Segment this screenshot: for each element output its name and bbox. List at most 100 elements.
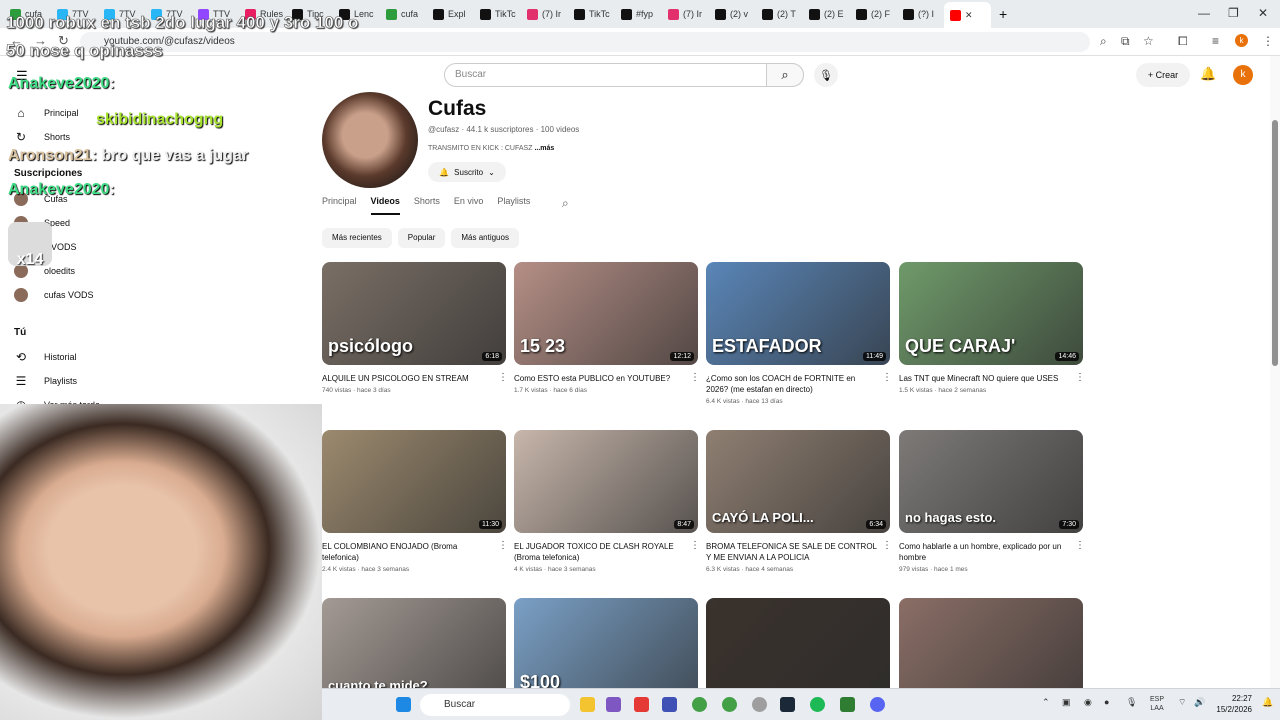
video-card[interactable]: 15 23 12:12 Como ESTO esta PUBLICO en YOUT…	[514, 262, 700, 394]
search-button[interactable]: ⌕	[766, 63, 804, 87]
channel-tab[interactable]: Videos	[370, 196, 400, 215]
video-thumbnail[interactable]: psicólogo 6:18	[322, 262, 506, 365]
sidebar-item[interactable]: ⌂ Principal	[14, 106, 78, 120]
reload-icon[interactable]: ↻	[58, 33, 69, 49]
new-tab-icon[interactable]: +	[999, 6, 1007, 22]
tray-chevron-icon[interactable]: ⌃	[1042, 697, 1050, 708]
browser-tab[interactable]: (?) I	[897, 3, 944, 25]
video-title[interactable]: EL COLOMBIANO ENOJADO (Broma telefonica)	[322, 541, 494, 563]
start-icon[interactable]	[396, 697, 411, 712]
notification-icon[interactable]: 🔔	[1262, 697, 1273, 708]
more-options-icon[interactable]: ⋮	[498, 372, 508, 383]
channel-avatar[interactable]	[322, 92, 418, 188]
browser-tab[interactable]: (2) T	[756, 3, 803, 25]
more-options-icon[interactable]: ⋮	[1075, 372, 1085, 383]
more-options-icon[interactable]: ⋮	[882, 540, 892, 551]
video-thumbnail[interactable]	[899, 598, 1083, 688]
language-indicator[interactable]: ESP LAA	[1150, 695, 1164, 713]
browser-tab-active[interactable]: ✕	[944, 2, 991, 28]
sidebar-item[interactable]: ⌄ Mostrar m	[14, 494, 85, 508]
subscription-item[interactable]: Speed	[14, 216, 70, 230]
office-icon[interactable]	[634, 697, 649, 712]
video-card[interactable]: QUE CARAJ' 14:46 Las TNT que Minecraft NO …	[899, 262, 1085, 394]
app-icon[interactable]	[662, 697, 677, 712]
volume-icon[interactable]: 🔊	[1194, 697, 1205, 708]
video-card[interactable]	[706, 598, 890, 688]
channel-tab[interactable]: Shorts	[414, 196, 440, 215]
minimize-button[interactable]: —	[1198, 6, 1210, 20]
browser-menu-icon[interactable]: ⋮	[1262, 34, 1274, 48]
sidebar-item[interactable]: ⟲ Historial	[14, 350, 77, 364]
spotify-icon[interactable]	[810, 697, 825, 712]
more-options-icon[interactable]: ⋮	[1075, 540, 1085, 551]
subscription-item[interactable]: oloedits	[14, 264, 75, 278]
tray-app3-icon[interactable]: ●	[1104, 697, 1109, 707]
video-thumbnail[interactable]: 11:30	[322, 430, 506, 533]
browser-tab[interactable]: TikTc	[474, 3, 521, 25]
more-options-icon[interactable]: ⋮	[690, 540, 700, 551]
sort-chip[interactable]: Más recientes	[322, 228, 392, 248]
browser-tab[interactable]: #fyp	[615, 3, 662, 25]
browser-tab[interactable]: (7) Ir	[521, 3, 568, 25]
video-card[interactable]: 11:30 EL COLOMBIANO ENOJADO (Broma telefo…	[322, 430, 508, 573]
sidebar-item[interactable]: ◷ Ver más tarde	[14, 398, 100, 412]
channel-search-icon[interactable]: ⌕	[562, 196, 569, 211]
channel-description[interactable]: TRANSMITO EN KICK : CUFASZ ...más	[428, 145, 554, 152]
browser-tab[interactable]: (2) F	[850, 3, 897, 25]
browser-tab[interactable]: (2) E	[803, 3, 850, 25]
video-thumbnail[interactable]: 8:47	[514, 430, 698, 533]
settings-icon[interactable]	[752, 697, 767, 712]
video-thumbnail[interactable]: $100	[514, 598, 698, 688]
zoom-icon[interactable]: ⌕	[1100, 34, 1107, 49]
video-title[interactable]: Las TNT que Minecraft NO quiere que USES	[899, 373, 1071, 384]
back-icon[interactable]: ←	[10, 33, 23, 48]
browser-tab[interactable]: Expl	[427, 3, 474, 25]
video-title[interactable]: ¿Como son los COACH de FORTNITE en 2026?…	[706, 373, 878, 395]
more-options-icon[interactable]: ⋮	[882, 372, 892, 383]
channel-tab[interactable]: En vivo	[454, 196, 484, 215]
more-link[interactable]: ...más	[534, 145, 554, 152]
video-card[interactable]: $100	[514, 598, 698, 688]
extensions-icon[interactable]: ⧠	[1178, 34, 1188, 49]
search-input[interactable]: Buscar	[444, 63, 804, 87]
voice-search-button[interactable]: 🎙	[814, 63, 838, 87]
tray-app-icon[interactable]: ▣	[1062, 697, 1071, 708]
browser-profile-avatar[interactable]: k	[1235, 34, 1248, 47]
subscribed-button[interactable]: 🔔 Suscrito ⌄	[428, 162, 506, 182]
video-title[interactable]: Como ESTO esta PUBLICO en YOUTUBE?	[514, 373, 686, 384]
subscription-item[interactable]: Cufas	[14, 192, 68, 206]
subscription-item[interactable]: cufas VODS	[14, 288, 94, 302]
browser-tab[interactable]: 7TV	[98, 3, 145, 25]
more-options-icon[interactable]: ⋮	[498, 540, 508, 551]
video-thumbnail[interactable]: 15 23 12:12	[514, 262, 698, 365]
you-header[interactable]: Tú	[14, 327, 26, 338]
teams-icon[interactable]	[606, 697, 621, 712]
sidebar-item[interactable]: ⤓ Descargas	[14, 470, 87, 485]
video-thumbnail[interactable]	[706, 598, 890, 688]
browser-tab[interactable]: TikTc	[568, 3, 615, 25]
video-thumbnail[interactable]: cuanto te mide?	[322, 598, 506, 688]
browser-tab[interactable]: Lenc	[333, 3, 380, 25]
address-bar[interactable]: youtube.com/@cufasz/videos	[80, 32, 1090, 52]
video-card[interactable]: cuanto te mide?	[322, 598, 506, 688]
sort-chip[interactable]: Más antiguos	[451, 228, 519, 248]
close-tab-icon[interactable]: ✕	[965, 10, 973, 21]
browser-tab[interactable]: 7TV	[145, 3, 192, 25]
wifi-icon[interactable]: ⌔	[1178, 697, 1186, 708]
sidebar-item[interactable]: ▦ Pelíc	[14, 578, 64, 592]
channel-tab[interactable]: Playlists	[497, 196, 530, 215]
close-window-button[interactable]: ✕	[1258, 6, 1268, 20]
video-card[interactable]	[899, 598, 1083, 688]
browser-tab[interactable]: 7TV	[51, 3, 98, 25]
excel-icon[interactable]	[840, 697, 855, 712]
taskbar-search[interactable]: Buscar	[420, 694, 570, 716]
video-card[interactable]: no hagas esto. 7:30 Como hablarle a un hom…	[899, 430, 1085, 573]
browser-tab[interactable]: Rules	[239, 3, 286, 25]
video-title[interactable]: BROMA TELEFONICA SE SALE DE CONTROL Y ME…	[706, 541, 878, 563]
maximize-button[interactable]: ❐	[1228, 6, 1239, 20]
video-thumbnail[interactable]: no hagas esto. 7:30	[899, 430, 1083, 533]
steam-icon[interactable]	[780, 697, 795, 712]
sidebar-item[interactable]: ♪ Música	[14, 554, 73, 568]
subscription-item[interactable]: z VODS	[14, 240, 77, 254]
browser-tab[interactable]: Tipc	[286, 3, 333, 25]
